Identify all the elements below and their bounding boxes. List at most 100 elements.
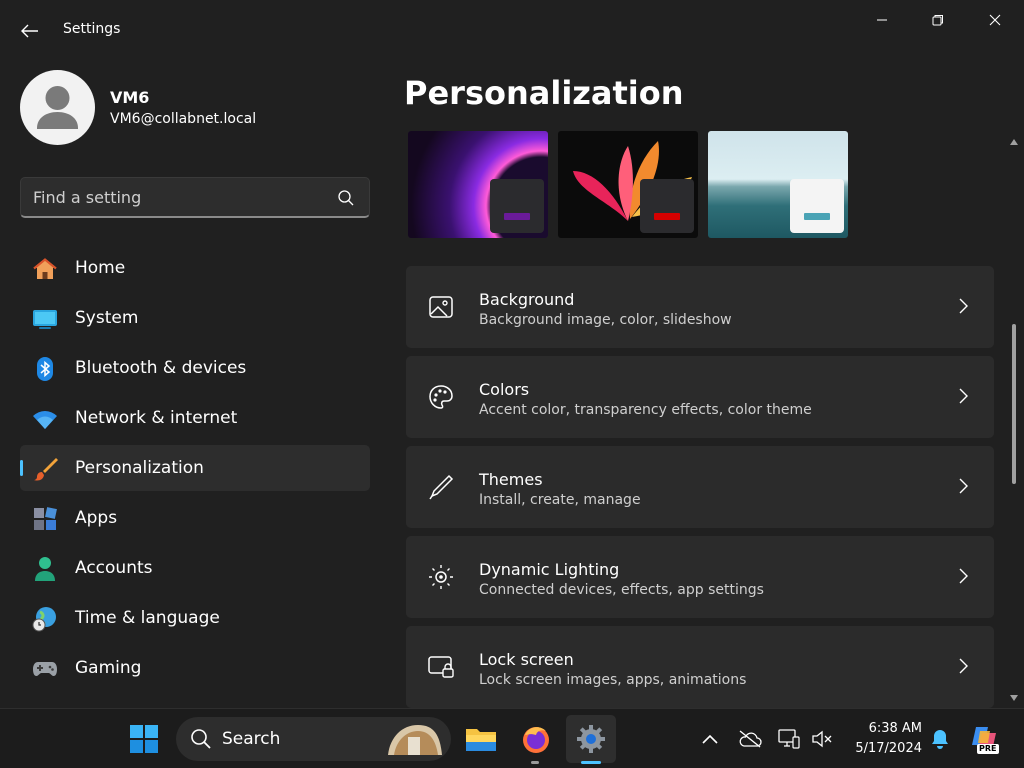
card-subtitle: Lock screen images, apps, animations [479,672,747,688]
settings-cards: Background Background image, color, slid… [406,266,994,716]
volume-muted-icon [812,730,832,748]
minimize-button[interactable] [853,0,911,40]
card-title: Dynamic Lighting [479,560,620,579]
settings-icon [577,725,605,753]
start-button[interactable] [124,719,164,759]
sidebar-item-label: Network & internet [75,408,238,428]
user-email: VM6@collabnet.local [110,111,257,127]
copilot-button[interactable]: PRE [965,719,1005,759]
chevron-right-icon [959,388,968,404]
card-lock-screen[interactable]: Lock screen Lock screen images, apps, an… [406,626,994,708]
chevron-right-icon [959,658,968,674]
sidebar-item-gaming[interactable]: Gaming [20,645,370,691]
scroll-up-icon[interactable] [1009,138,1019,146]
card-themes[interactable]: Themes Install, create, manage [406,446,994,528]
bluetooth-icon [37,357,53,381]
theme-preview-1[interactable] [408,131,548,238]
taskbar-search-label: Search [222,729,281,749]
settings-active-indicator [581,761,601,764]
back-button[interactable] [14,16,46,46]
sidebar-item-system[interactable]: System [20,295,370,341]
card-subtitle: Background image, color, slideshow [479,312,732,328]
notification-bell-icon [932,730,948,749]
card-title: Themes [479,470,543,489]
card-title: Colors [479,380,530,399]
lighting-icon [429,565,453,589]
sidebar-item-personalization[interactable]: Personalization [20,445,370,491]
sidebar-item-label: System [75,308,139,328]
taskbar-clock[interactable]: 6:38 AM 5/17/2024 [840,719,922,759]
home-icon [33,258,57,279]
copilot-badge: PRE [977,744,999,754]
restore-icon [932,15,943,26]
palette-icon [429,385,453,409]
card-subtitle: Connected devices, effects, app settings [479,582,764,598]
sidebar-item-accounts[interactable]: Accounts [20,545,370,591]
sidebar-nav: Home System Bluetooth & devices Network … [20,245,370,695]
clock-date: 5/17/2024 [855,741,922,756]
title-bar: Settings [0,0,1024,60]
find-setting-input[interactable] [33,186,333,208]
restore-button[interactable] [909,0,967,40]
theme-accent-bar [654,213,680,220]
accounts-icon [35,557,55,581]
sidebar-item-label: Bluetooth & devices [75,358,247,378]
search-icon [191,729,211,749]
theme-window-preview [490,179,544,233]
user-name: VM6 [110,88,150,107]
find-setting-box[interactable] [20,177,370,218]
chevron-up-icon [702,734,718,744]
firefox-running-indicator [531,761,539,764]
pen-icon [429,474,454,500]
search-icon[interactable] [337,189,355,207]
notifications-button[interactable] [920,719,960,759]
scrollbar-thumb[interactable] [1012,324,1016,484]
card-background[interactable]: Background Background image, color, slid… [406,266,994,348]
sidebar-item-time-language[interactable]: Time & language [20,595,370,641]
sidebar-item-label: Apps [75,508,118,528]
firefox-icon [523,727,549,753]
theme-preview-2[interactable] [558,131,698,238]
system-icon [33,310,57,329]
volume-button[interactable] [802,719,842,759]
app-title: Settings [63,21,121,37]
card-subtitle: Install, create, manage [479,492,641,508]
file-explorer-icon [466,729,496,751]
page-title: Personalization [404,74,684,112]
main-scrollbar[interactable] [1006,134,1022,704]
windows-start-icon [130,725,158,753]
settings-taskbar-button[interactable] [571,719,611,759]
theme-window-preview [790,179,844,233]
sidebar-item-apps[interactable]: Apps [20,495,370,541]
theme-accent-bar [504,213,530,220]
close-button[interactable] [966,0,1024,40]
scroll-down-icon[interactable] [1009,694,1019,702]
globe-clock-icon [32,607,56,632]
chevron-right-icon [959,568,968,584]
sidebar-item-label: Home [75,258,126,278]
sidebar-item-bluetooth-devices[interactable]: Bluetooth & devices [20,345,370,391]
card-subtitle: Accent color, transparency effects, colo… [479,402,812,418]
sidebar-item-label: Gaming [75,658,142,678]
theme-window-preview [640,179,694,233]
theme-accent-bar [804,213,830,220]
wifi-icon [33,411,57,429]
taskbar-search[interactable]: Search [176,717,451,761]
show-hidden-icons-button[interactable] [690,719,730,759]
sidebar-item-home[interactable]: Home [20,245,370,291]
sidebar-item-network-internet[interactable]: Network & internet [20,395,370,441]
firefox-button[interactable] [516,719,556,759]
theme-preview-3[interactable] [708,131,848,238]
taskbar: Search 6:38 AM 5/17/2024 PRE [0,708,1024,768]
sidebar-item-label: Personalization [75,458,204,478]
back-arrow-icon [21,24,38,38]
file-explorer-button[interactable] [461,719,501,759]
user-profile[interactable]: VM6 VM6@collabnet.local [20,70,380,146]
card-title: Lock screen [479,650,574,669]
clock-time: 6:38 AM [868,721,922,736]
chevron-right-icon [959,298,968,314]
card-colors[interactable]: Colors Accent color, transparency effect… [406,356,994,438]
search-highlight-icon [388,725,442,755]
onedrive-button[interactable] [730,719,770,759]
card-dynamic-lighting[interactable]: Dynamic Lighting Connected devices, effe… [406,536,994,618]
